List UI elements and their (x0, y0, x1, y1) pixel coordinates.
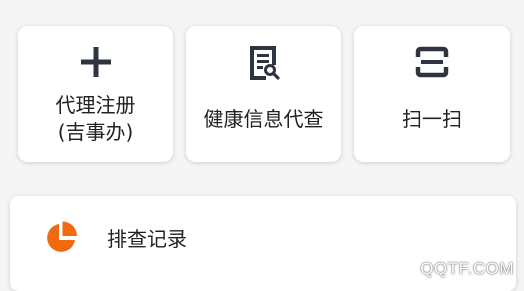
screening-records-label: 排查记录 (107, 227, 187, 251)
health-info-lookup-tile[interactable]: 健康信息代查 (186, 26, 341, 162)
health-info-lookup-label: 健康信息代查 (203, 106, 324, 131)
scan-tile[interactable]: 扫一扫 (354, 26, 510, 162)
proxy-register-tile[interactable]: 代理注册 (吉事办) (18, 26, 173, 162)
quick-actions-grid: 代理注册 (吉事办) 健康信息代查 扫一扫 (0, 0, 524, 180)
proxy-register-label: 代理注册 (吉事办) (55, 93, 136, 144)
watermark-text: QQTF.COM (420, 259, 514, 278)
scan-icon (412, 42, 452, 82)
pie-chart-icon (43, 220, 79, 256)
plus-icon (76, 42, 116, 82)
document-search-icon (244, 42, 284, 82)
scan-label: 扫一扫 (402, 106, 462, 131)
